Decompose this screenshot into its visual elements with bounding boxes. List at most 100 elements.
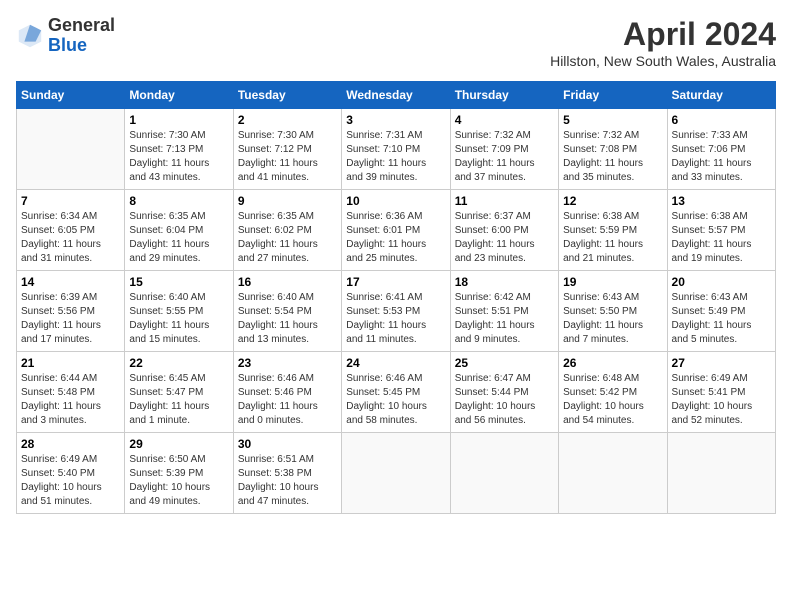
day-number: 15 — [129, 275, 228, 289]
day-info: Sunrise: 6:43 AMSunset: 5:50 PMDaylight:… — [563, 291, 662, 347]
calendar-cell: 26Sunrise: 6:48 AMSunset: 5:42 PMDayligh… — [559, 352, 667, 433]
calendar-week-row: 14Sunrise: 6:39 AMSunset: 5:56 PMDayligh… — [17, 271, 776, 352]
day-header-tuesday: Tuesday — [233, 82, 341, 109]
calendar-cell: 23Sunrise: 6:46 AMSunset: 5:46 PMDayligh… — [233, 352, 341, 433]
logo: General Blue — [16, 16, 115, 56]
day-number: 29 — [129, 437, 228, 451]
day-info: Sunrise: 6:34 AMSunset: 6:05 PMDaylight:… — [21, 210, 120, 266]
location: Hillston, New South Wales, Australia — [550, 53, 776, 69]
day-info: Sunrise: 6:41 AMSunset: 5:53 PMDaylight:… — [346, 291, 445, 347]
calendar-cell: 9 Sunrise: 6:35 AMSunset: 6:02 PMDaylight… — [233, 190, 341, 271]
day-info: Sunrise: 6:43 AMSunset: 5:49 PMDaylight:… — [672, 291, 771, 347]
day-info: Sunrise: 6:42 AMSunset: 5:51 PMDaylight:… — [455, 291, 554, 347]
day-info: Sunrise: 7:31 AMSunset: 7:10 PMDaylight:… — [346, 129, 445, 185]
day-info: Sunrise: 7:32 AMSunset: 7:08 PMDaylight:… — [563, 129, 662, 185]
calendar-cell: 30 Sunrise: 6:51 AMSunset: 5:38 PMDayligh… — [233, 433, 341, 514]
calendar-cell: 19 Sunrise: 6:43 AMSunset: 5:50 PMDayligh… — [559, 271, 667, 352]
logo-icon — [16, 22, 44, 50]
day-info: Sunrise: 6:38 AMSunset: 5:59 PMDaylight:… — [563, 210, 662, 266]
day-info: Sunrise: 6:36 AMSunset: 6:01 PMDaylight:… — [346, 210, 445, 266]
calendar-cell: 8 Sunrise: 6:35 AMSunset: 6:04 PMDaylight… — [125, 190, 233, 271]
day-info: Sunrise: 6:49 AMSunset: 5:40 PMDaylight:… — [21, 453, 120, 509]
page-header: General Blue April 2024 Hillston, New So… — [16, 16, 776, 69]
day-number: 4 — [455, 113, 554, 127]
day-info: Sunrise: 6:38 AMSunset: 5:57 PMDaylight:… — [672, 210, 771, 266]
calendar-cell: 22Sunrise: 6:45 AMSunset: 5:47 PMDayligh… — [125, 352, 233, 433]
day-number: 2 — [238, 113, 337, 127]
calendar-week-row: 28 Sunrise: 6:49 AMSunset: 5:40 PMDayligh… — [17, 433, 776, 514]
day-number: 18 — [455, 275, 554, 289]
day-number: 11 — [455, 194, 554, 208]
day-number: 3 — [346, 113, 445, 127]
month-title: April 2024 — [550, 16, 776, 53]
day-number: 19 — [563, 275, 662, 289]
day-number: 9 — [238, 194, 337, 208]
calendar-cell: 2 Sunrise: 7:30 AMSunset: 7:12 PMDaylight… — [233, 109, 341, 190]
day-info: Sunrise: 7:30 AMSunset: 7:12 PMDaylight:… — [238, 129, 337, 185]
day-number: 10 — [346, 194, 445, 208]
calendar-cell: 10 Sunrise: 6:36 AMSunset: 6:01 PMDayligh… — [342, 190, 450, 271]
calendar-cell — [667, 433, 775, 514]
day-info: Sunrise: 6:46 AMSunset: 5:46 PMDaylight:… — [238, 372, 337, 428]
calendar-cell: 15 Sunrise: 6:40 AMSunset: 5:55 PMDayligh… — [125, 271, 233, 352]
day-info: Sunrise: 6:39 AMSunset: 5:56 PMDaylight:… — [21, 291, 120, 347]
day-info: Sunrise: 6:51 AMSunset: 5:38 PMDaylight:… — [238, 453, 337, 509]
day-number: 16 — [238, 275, 337, 289]
calendar-cell: 11 Sunrise: 6:37 AMSunset: 6:00 PMDayligh… — [450, 190, 558, 271]
calendar-week-row: 21 Sunrise: 6:44 AMSunset: 5:48 PMDayligh… — [17, 352, 776, 433]
calendar-cell: 24 Sunrise: 6:46 AMSunset: 5:45 PMDayligh… — [342, 352, 450, 433]
day-number: 6 — [672, 113, 771, 127]
calendar-cell: 18 Sunrise: 6:42 AMSunset: 5:51 PMDayligh… — [450, 271, 558, 352]
calendar-cell: 27 Sunrise: 6:49 AMSunset: 5:41 PMDayligh… — [667, 352, 775, 433]
day-info: Sunrise: 6:35 AMSunset: 6:02 PMDaylight:… — [238, 210, 337, 266]
day-info: Sunrise: 6:44 AMSunset: 5:48 PMDaylight:… — [21, 372, 120, 428]
day-header-sunday: Sunday — [17, 82, 125, 109]
calendar-cell: 4 Sunrise: 7:32 AMSunset: 7:09 PMDaylight… — [450, 109, 558, 190]
logo-text: General Blue — [48, 16, 115, 56]
day-info: Sunrise: 6:49 AMSunset: 5:41 PMDaylight:… — [672, 372, 771, 428]
logo-general: General — [48, 15, 115, 35]
day-number: 5 — [563, 113, 662, 127]
day-info: Sunrise: 6:47 AMSunset: 5:44 PMDaylight:… — [455, 372, 554, 428]
calendar-cell: 25Sunrise: 6:47 AMSunset: 5:44 PMDayligh… — [450, 352, 558, 433]
day-header-saturday: Saturday — [667, 82, 775, 109]
day-number: 22 — [129, 356, 228, 370]
day-info: Sunrise: 6:48 AMSunset: 5:42 PMDaylight:… — [563, 372, 662, 428]
calendar-cell: 3 Sunrise: 7:31 AMSunset: 7:10 PMDaylight… — [342, 109, 450, 190]
day-info: Sunrise: 6:50 AMSunset: 5:39 PMDaylight:… — [129, 453, 228, 509]
calendar-cell: 7 Sunrise: 6:34 AMSunset: 6:05 PMDaylight… — [17, 190, 125, 271]
day-number: 30 — [238, 437, 337, 451]
day-number: 27 — [672, 356, 771, 370]
day-number: 21 — [21, 356, 120, 370]
calendar-cell: 21 Sunrise: 6:44 AMSunset: 5:48 PMDayligh… — [17, 352, 125, 433]
logo-blue: Blue — [48, 35, 87, 55]
calendar-cell: 17 Sunrise: 6:41 AMSunset: 5:53 PMDayligh… — [342, 271, 450, 352]
day-number: 7 — [21, 194, 120, 208]
day-header-wednesday: Wednesday — [342, 82, 450, 109]
calendar-week-row: 1Sunrise: 7:30 AMSunset: 7:13 PMDaylight… — [17, 109, 776, 190]
day-number: 28 — [21, 437, 120, 451]
day-number: 17 — [346, 275, 445, 289]
calendar-cell: 14Sunrise: 6:39 AMSunset: 5:56 PMDayligh… — [17, 271, 125, 352]
day-info: Sunrise: 6:40 AMSunset: 5:54 PMDaylight:… — [238, 291, 337, 347]
calendar-cell: 20 Sunrise: 6:43 AMSunset: 5:49 PMDayligh… — [667, 271, 775, 352]
calendar-cell — [450, 433, 558, 514]
calendar-cell: 16 Sunrise: 6:40 AMSunset: 5:54 PMDayligh… — [233, 271, 341, 352]
calendar-cell: 12Sunrise: 6:38 AMSunset: 5:59 PMDayligh… — [559, 190, 667, 271]
calendar-cell: 13Sunrise: 6:38 AMSunset: 5:57 PMDayligh… — [667, 190, 775, 271]
calendar-cell — [559, 433, 667, 514]
calendar-table: SundayMondayTuesdayWednesdayThursdayFrid… — [16, 81, 776, 514]
day-number: 24 — [346, 356, 445, 370]
day-info: Sunrise: 6:35 AMSunset: 6:04 PMDaylight:… — [129, 210, 228, 266]
day-info: Sunrise: 6:40 AMSunset: 5:55 PMDaylight:… — [129, 291, 228, 347]
day-info: Sunrise: 6:37 AMSunset: 6:00 PMDaylight:… — [455, 210, 554, 266]
calendar-cell — [17, 109, 125, 190]
calendar-cell: 6Sunrise: 7:33 AMSunset: 7:06 PMDaylight… — [667, 109, 775, 190]
day-header-monday: Monday — [125, 82, 233, 109]
day-number: 8 — [129, 194, 228, 208]
calendar-cell: 1Sunrise: 7:30 AMSunset: 7:13 PMDaylight… — [125, 109, 233, 190]
day-number: 20 — [672, 275, 771, 289]
day-info: Sunrise: 7:32 AMSunset: 7:09 PMDaylight:… — [455, 129, 554, 185]
day-info: Sunrise: 6:46 AMSunset: 5:45 PMDaylight:… — [346, 372, 445, 428]
title-block: April 2024 Hillston, New South Wales, Au… — [550, 16, 776, 69]
